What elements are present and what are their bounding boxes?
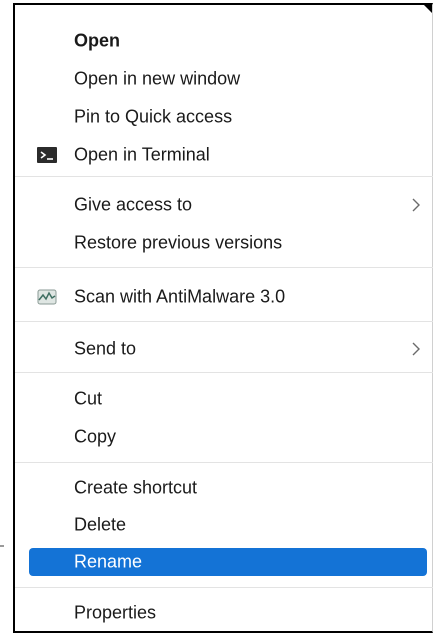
menu-item-label: Cut xyxy=(74,388,103,409)
menu-item-restore-previous-versions[interactable]: Restore previous versions xyxy=(15,225,433,261)
chevron-right-icon xyxy=(412,342,420,356)
menu-item-scan-with-antimalware[interactable]: Scan with AntiMalware 3.0 xyxy=(15,279,433,315)
menu-item-label: Restore previous versions xyxy=(74,232,283,253)
menu-separator xyxy=(15,372,433,373)
menu-separator xyxy=(15,321,433,322)
menu-item-label: Pin to Quick access xyxy=(74,106,233,127)
menu-item-pin-to-quick-access[interactable]: Pin to Quick access xyxy=(15,99,433,135)
menu-item-label: Copy xyxy=(74,426,117,447)
menu-item-label: Properties xyxy=(74,602,157,623)
chevron-right-icon xyxy=(412,198,420,212)
menu-item-send-to[interactable]: Send to xyxy=(15,331,433,367)
menu-separator xyxy=(15,587,433,588)
menu-item-copy[interactable]: Copy xyxy=(15,419,433,455)
menu-item-open-in-new-window[interactable]: Open in new window xyxy=(15,61,433,97)
terminal-icon xyxy=(37,147,57,163)
menu-item-give-access-to[interactable]: Give access to xyxy=(15,187,433,223)
menu-item-open-in-terminal[interactable]: Open in Terminal xyxy=(15,137,433,173)
menu-separator xyxy=(15,267,433,268)
menu-item-properties[interactable]: Properties xyxy=(15,595,433,631)
menu-item-label: Scan with AntiMalware 3.0 xyxy=(74,286,286,307)
screenshot-frame: Open Open in new window Pin to Quick acc… xyxy=(0,0,436,637)
menu-item-label: Send to xyxy=(74,338,137,359)
menu-item-label: Rename xyxy=(74,551,143,572)
corner-indicator-icon xyxy=(424,5,432,13)
menu-item-label: Give access to xyxy=(74,194,193,215)
menu-item-rename[interactable]: Rename xyxy=(29,548,427,576)
menu-item-label: Open xyxy=(74,30,121,51)
menu-separator xyxy=(15,176,433,177)
window-edge-mark xyxy=(0,545,4,547)
menu-separator xyxy=(15,462,433,463)
antimalware-icon xyxy=(37,289,57,305)
context-menu: Open Open in new window Pin to Quick acc… xyxy=(13,3,433,633)
menu-item-delete[interactable]: Delete xyxy=(15,507,433,543)
menu-item-create-shortcut[interactable]: Create shortcut xyxy=(15,470,433,506)
menu-item-label: Delete xyxy=(74,514,127,535)
menu-item-label: Open in Terminal xyxy=(74,144,210,165)
menu-item-label: Open in new window xyxy=(74,68,241,89)
menu-item-open[interactable]: Open xyxy=(15,23,433,59)
menu-item-label: Create shortcut xyxy=(74,477,198,498)
menu-item-cut[interactable]: Cut xyxy=(15,381,433,417)
